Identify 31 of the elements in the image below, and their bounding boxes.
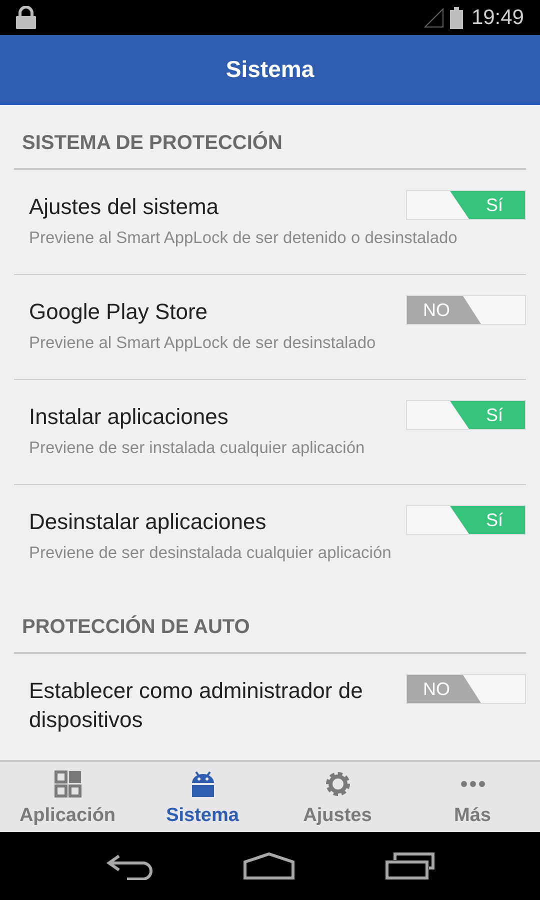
setting-title: Establecer como administrador de dispositivos [29,677,364,734]
recents-icon[interactable] [385,852,435,880]
nav-tab[interactable]: Aplicación [0,762,135,832]
setting-description: Previene de ser desinstalada cualquier aplicación [29,543,392,564]
toggle-switch[interactable]: Sí [406,505,526,535]
lock-icon [16,6,36,29]
setting-title: Instalar aplicaciones [29,403,230,431]
setting-description: Previene de ser instalada cualquier aplicación [29,438,366,459]
status-time: 19:49 [471,4,524,31]
settings-icon [324,770,352,798]
toggle-switch[interactable]: NO [406,674,526,704]
screen-title: Sistema [226,54,314,84]
grid-icon [54,770,82,798]
section-header: PROTECCIÓN DE AUTO [22,614,251,640]
setting-title: Google Play Store [29,298,209,326]
nav-tab[interactable]: Sistema [135,762,270,832]
setting-title: Desinstalar aplicaciones [29,508,268,536]
section-header: SISTEMA DE PROTECCIÓN [22,130,284,156]
home-icon[interactable] [243,852,295,880]
battery-icon [450,6,464,28]
toggle-switch[interactable]: Sí [406,400,526,430]
nav-tab[interactable]: Ajustes [270,762,405,832]
toggle-switch[interactable]: Sí [406,190,526,220]
more-icon [460,781,484,787]
back-icon[interactable] [105,852,153,880]
signal-icon [424,8,444,28]
setting-title: Ajustes del sistema [29,193,220,221]
setting-description: Previene al Smart AppLock de ser detenido o desinstalado [29,228,458,249]
setting-description: Previene al Smart AppLock de ser desinstalado [29,333,377,354]
nav-tab[interactable]: Más [405,762,540,832]
toggle-switch[interactable]: NO [406,295,526,325]
